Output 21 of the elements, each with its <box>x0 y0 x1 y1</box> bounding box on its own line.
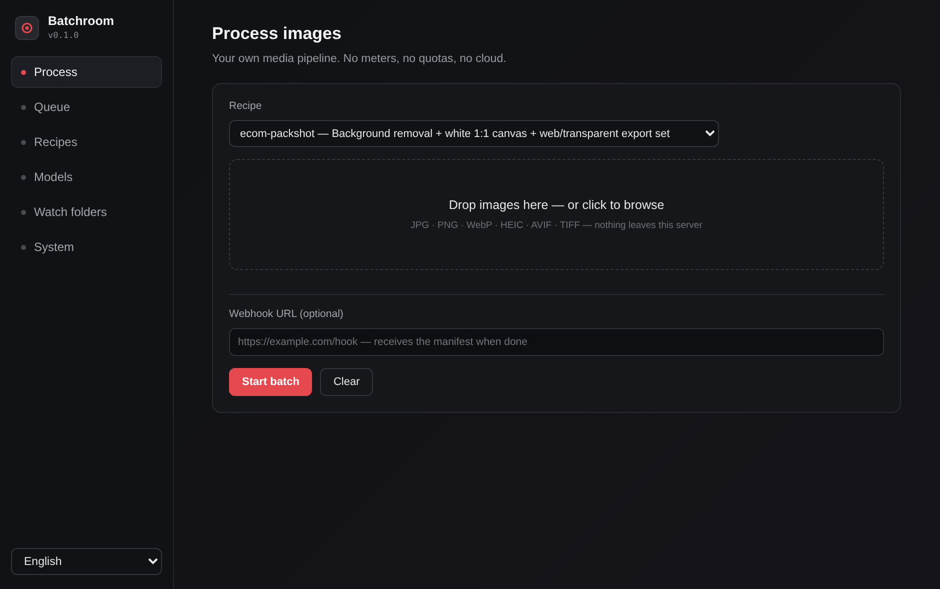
nav-item[interactable]: Recipes <box>11 126 162 158</box>
recipe-select[interactable]: ecom-packshot — Background removal + white 1:1 canvas + web/transparent export set <box>229 120 719 147</box>
drop-zone-title: Drop images here — or click to browse <box>448 198 664 212</box>
nav-item[interactable]: Queue <box>11 91 162 123</box>
page-subtitle: Your own media pipeline. No meters, no quotas, no cloud. <box>212 53 508 65</box>
field-label: Recipe <box>229 100 263 112</box>
clear-button[interactable]: Clear <box>320 368 373 396</box>
start-button[interactable]: Start batch <box>229 368 312 396</box>
language-select[interactable]: English <box>11 548 162 575</box>
drop-zone[interactable]: Drop images here — or click to browse JPG · PNG · WebP · HEIC · AVIF · TIFF — nothing leaves this server <box>229 159 884 270</box>
app-logo-icon <box>15 16 39 40</box>
page-title: Process images <box>212 24 342 44</box>
app-name: Batchroom <box>48 14 114 28</box>
drop-zone-hint: JPG · PNG · WebP · HEIC · AVIF · TIFF — nothing leaves this server <box>410 220 702 231</box>
nav-item[interactable]: Process <box>11 56 162 88</box>
field-label: Webhook URL (optional) <box>229 308 344 320</box>
nav-item[interactable]: Watch folders <box>11 196 162 228</box>
nav-item[interactable]: Models <box>11 161 162 193</box>
webhook-input[interactable]: https://example.com/hook — receives the manifest when done <box>229 328 884 356</box>
nav-item[interactable]: System <box>11 231 162 263</box>
app-version: v0.1.0 <box>48 31 80 41</box>
